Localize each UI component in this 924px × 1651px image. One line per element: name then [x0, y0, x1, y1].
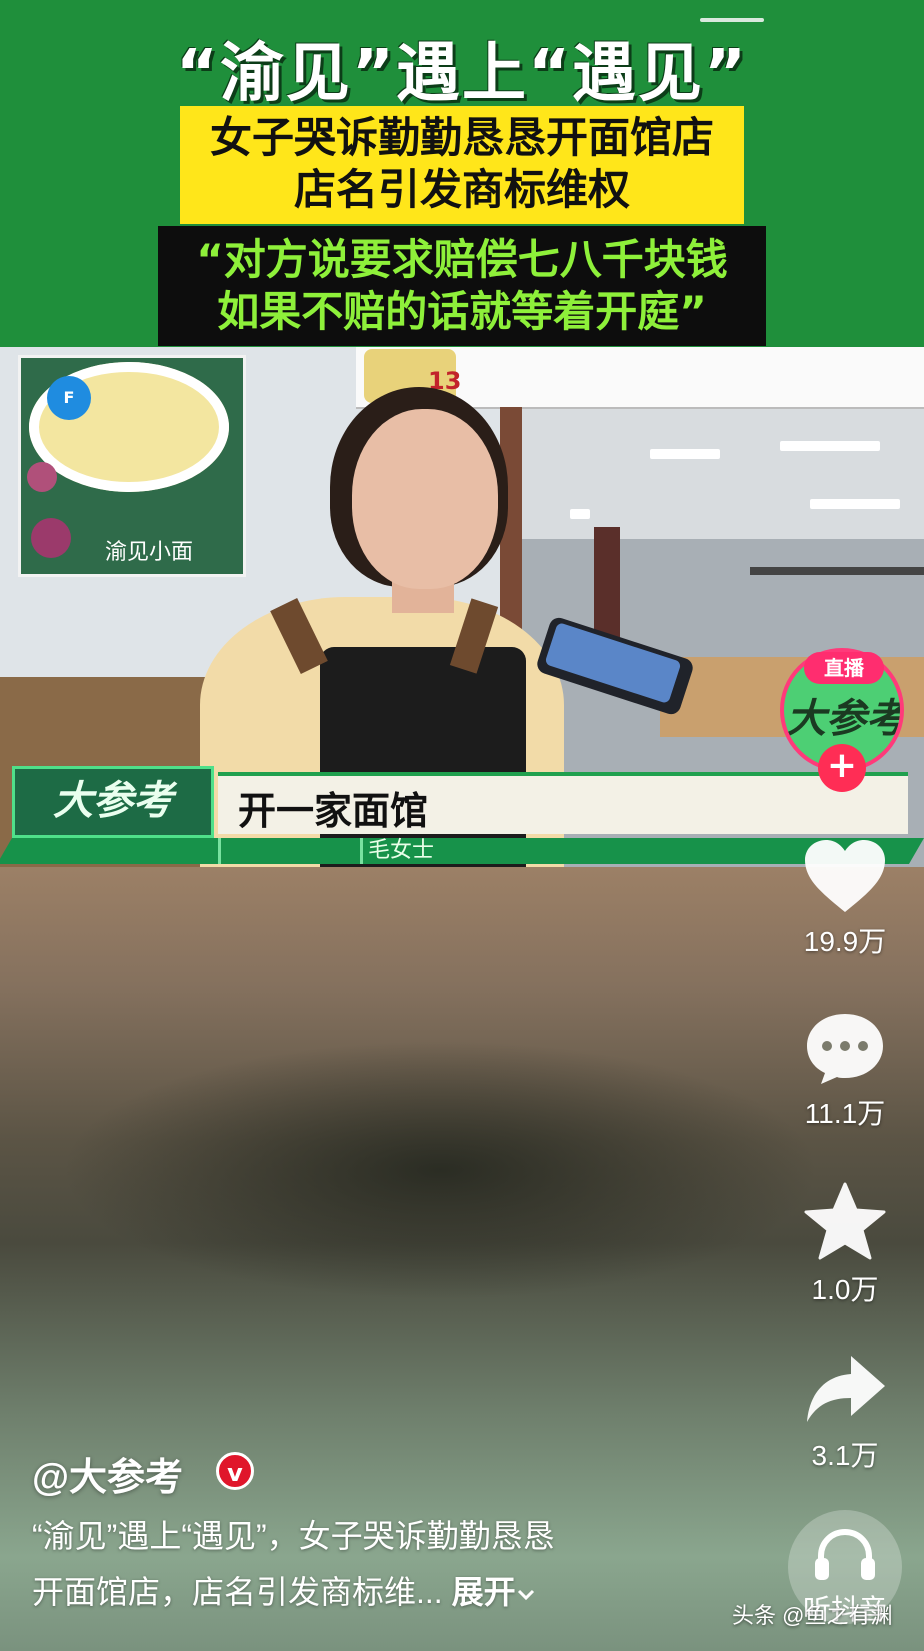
avatar-text: 大参考	[786, 696, 904, 742]
follow-button[interactable]: +	[818, 744, 866, 792]
ceiling-light	[780, 441, 880, 451]
share-icon	[807, 1356, 885, 1422]
headline-quote-line: 如果不赔的话就等着开庭”	[217, 287, 707, 336]
person-face	[352, 409, 498, 589]
tv-station-logo: F	[47, 376, 91, 420]
watermark: 头条 @鱼之有渊	[732, 1603, 893, 1628]
like-button[interactable]: 19.9万	[790, 838, 900, 960]
live-badge: 直播	[804, 652, 884, 684]
author-name[interactable]: @大参考	[32, 1446, 183, 1501]
like-count: 19.9万	[803, 926, 887, 957]
program-logo: 大参考	[12, 766, 214, 838]
headline-subtitle-line: 店名引发商标维权	[293, 165, 630, 214]
share-count: 3.1万	[811, 1440, 879, 1471]
comment-count: 11.1万	[804, 1098, 886, 1129]
ceiling-light	[650, 449, 720, 459]
description-line: 开面馆店，店名引发商标维...	[32, 1574, 443, 1610]
headline-title: “渝见”遇上“遇见”	[175, 37, 749, 111]
description-line-2: 开面馆店，店名引发商标维... 展开	[32, 1564, 692, 1620]
divider	[218, 838, 221, 864]
lower-third-strip	[0, 838, 924, 864]
favorite-count: 1.0万	[811, 1274, 879, 1305]
share-button[interactable]: 3.1万	[790, 1352, 900, 1474]
heart-icon	[805, 840, 885, 912]
headline-quote-line: “对方说要求赔偿七八千块钱	[196, 235, 728, 284]
expand-label: 展开	[451, 1574, 516, 1610]
headline-quote-box: “对方说要求赔偿七八千块钱 如果不赔的话就等着开庭”	[158, 226, 766, 346]
star-icon	[804, 1182, 886, 1260]
comment-button[interactable]: 11.1万	[790, 1010, 900, 1132]
ceiling	[520, 409, 924, 539]
caption-bar: 开一家面馆	[218, 772, 908, 834]
blur-shadow	[60, 1040, 820, 1300]
ceiling-light	[810, 499, 900, 509]
kitchen-shelf	[750, 567, 924, 575]
ceiling-light	[570, 509, 590, 519]
favorite-button[interactable]: 1.0万	[790, 1182, 900, 1308]
headphones-icon	[815, 1528, 875, 1580]
divider	[360, 838, 363, 864]
chevron-down-icon	[517, 1589, 534, 1601]
headline-subtitle-box: 女子哭诉勤勤恳恳开面馆店 店名引发商标维权	[180, 106, 744, 224]
decor-fruit	[27, 462, 57, 492]
comment-icon	[807, 1014, 883, 1084]
shop-poster: F 渝见小面	[18, 355, 246, 577]
post-description[interactable]: “渝见”遇上“遇见”，女子哭诉勤勤恳恳 开面馆店，店名引发商标维... 展开	[32, 1508, 692, 1620]
expand-link[interactable]: 展开	[452, 1574, 536, 1610]
shop-logo-text: 渝见小面	[105, 540, 194, 565]
speaker-name: 毛女士	[368, 838, 435, 863]
lower-third-caption: 大参考 开一家面馆 毛女士	[0, 766, 924, 864]
description-line: “渝见”遇上“遇见”，女子哭诉勤勤恳恳	[32, 1518, 555, 1554]
decor-fruit	[31, 518, 71, 558]
headline-banner: “渝见”遇上“遇见” 女子哭诉勤勤恳恳开面馆店 店名引发商标维权 “对方说要求赔…	[0, 0, 924, 347]
verified-badge: v	[216, 1452, 254, 1490]
caption-text: 开一家面馆	[238, 789, 429, 833]
headline-subtitle-line: 女子哭诉勤勤恳恳开面馆店	[209, 113, 714, 162]
